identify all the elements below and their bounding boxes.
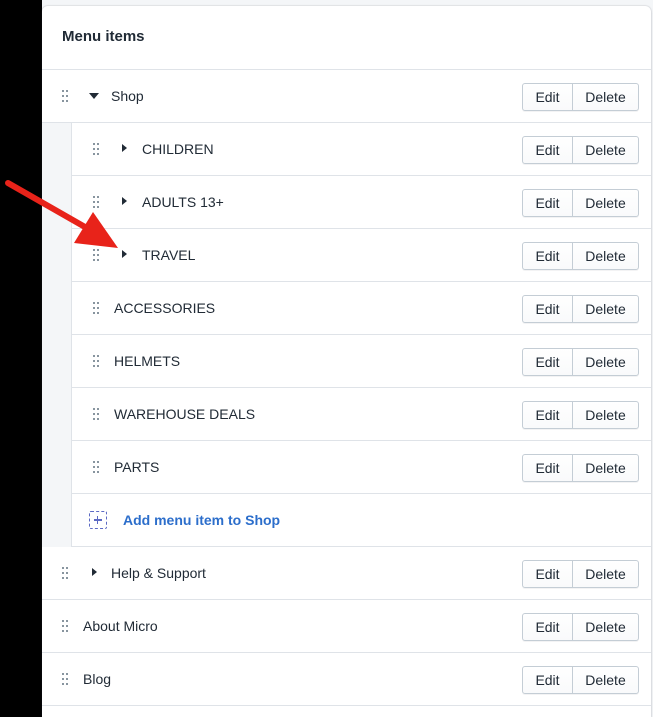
drag-handle-icon[interactable] bbox=[62, 90, 70, 102]
drag-handle-icon[interactable] bbox=[93, 196, 101, 208]
add-menu-item-link[interactable]: Add menu item to Shop bbox=[123, 512, 280, 528]
menu-items-card: Menu items Shop Edit Delete CHILDREN Edi… bbox=[42, 6, 651, 717]
drag-handle-icon[interactable] bbox=[93, 143, 101, 155]
menu-item-label: About Micro bbox=[83, 618, 158, 634]
menu-item-adults: ADULTS 13+ Edit Delete bbox=[72, 176, 651, 229]
delete-button[interactable]: Delete bbox=[573, 614, 638, 640]
menu-item-label: Shop bbox=[111, 88, 144, 104]
left-edge bbox=[0, 0, 42, 717]
caret-right-icon[interactable] bbox=[122, 144, 127, 152]
item-actions: Edit Delete bbox=[522, 666, 639, 694]
delete-button[interactable]: Delete bbox=[573, 84, 638, 110]
add-menu-item-row: Add menu item to Shop bbox=[72, 494, 651, 547]
delete-button[interactable]: Delete bbox=[573, 137, 638, 163]
item-actions: Edit Delete bbox=[522, 136, 639, 164]
edit-button[interactable]: Edit bbox=[523, 84, 573, 110]
edit-button[interactable]: Edit bbox=[523, 614, 573, 640]
edit-button[interactable]: Edit bbox=[523, 190, 573, 216]
menu-item-parts: PARTS Edit Delete bbox=[72, 441, 651, 494]
delete-button[interactable]: Delete bbox=[573, 243, 638, 269]
item-actions: Edit Delete bbox=[522, 83, 639, 111]
drag-handle-icon[interactable] bbox=[62, 567, 70, 579]
item-actions: Edit Delete bbox=[522, 454, 639, 482]
menu-item-label: Blog bbox=[83, 671, 112, 687]
delete-button[interactable]: Delete bbox=[573, 296, 638, 322]
drag-handle-icon[interactable] bbox=[93, 249, 101, 261]
menu-item-children: CHILDREN Edit Delete bbox=[72, 123, 651, 176]
menu-item-blog: Blog Edit Delete bbox=[42, 653, 651, 706]
drag-handle-icon[interactable] bbox=[93, 461, 101, 473]
edit-button[interactable]: Edit bbox=[523, 667, 573, 693]
menu-item-shop: Shop Edit Delete bbox=[42, 70, 651, 123]
edit-button[interactable]: Edit bbox=[523, 243, 573, 269]
item-actions: Edit Delete bbox=[522, 242, 639, 270]
delete-button[interactable]: Delete bbox=[573, 455, 638, 481]
delete-button[interactable]: Delete bbox=[573, 402, 638, 428]
menu-item-label: HELMETS bbox=[114, 353, 181, 369]
add-icon[interactable] bbox=[89, 511, 107, 529]
item-actions: Edit Delete bbox=[522, 613, 639, 641]
edit-button[interactable]: Edit bbox=[523, 455, 573, 481]
item-actions: Edit Delete bbox=[522, 560, 639, 588]
item-actions: Edit Delete bbox=[522, 295, 639, 323]
delete-button[interactable]: Delete bbox=[573, 190, 638, 216]
menu-item-label: Help & Support bbox=[111, 565, 206, 581]
drag-handle-icon[interactable] bbox=[62, 620, 70, 632]
menu-item-label: ACCESSORIES bbox=[114, 300, 216, 316]
menu-item-label: WAREHOUSE DEALS bbox=[114, 406, 256, 422]
drag-handle-icon[interactable] bbox=[93, 355, 101, 367]
menu-item-label: CHILDREN bbox=[142, 141, 214, 157]
caret-down-icon[interactable] bbox=[89, 93, 99, 99]
menu-item-warehouse-deals: WAREHOUSE DEALS Edit Delete bbox=[72, 388, 651, 441]
edit-button[interactable]: Edit bbox=[523, 296, 573, 322]
caret-right-icon[interactable] bbox=[122, 197, 127, 205]
card-header: Menu items bbox=[42, 6, 651, 70]
menu-item-label: ADULTS 13+ bbox=[142, 194, 224, 210]
edit-button[interactable]: Edit bbox=[523, 137, 573, 163]
menu-item-helmets: HELMETS Edit Delete bbox=[72, 335, 651, 388]
nested-indent-rail bbox=[42, 123, 72, 547]
caret-right-icon[interactable] bbox=[92, 568, 97, 576]
item-actions: Edit Delete bbox=[522, 401, 639, 429]
caret-right-icon[interactable] bbox=[122, 250, 127, 258]
edit-button[interactable]: Edit bbox=[523, 402, 573, 428]
menu-item-travel: TRAVEL Edit Delete bbox=[72, 229, 651, 282]
card-title: Menu items bbox=[62, 28, 145, 45]
delete-button[interactable]: Delete bbox=[573, 667, 638, 693]
menu-item-accessories: ACCESSORIES Edit Delete bbox=[72, 282, 651, 335]
delete-button[interactable]: Delete bbox=[573, 349, 638, 375]
item-actions: Edit Delete bbox=[522, 189, 639, 217]
item-actions: Edit Delete bbox=[522, 348, 639, 376]
menu-item-label: TRAVEL bbox=[142, 247, 196, 263]
menu-item-label: PARTS bbox=[114, 459, 160, 475]
drag-handle-icon[interactable] bbox=[93, 302, 101, 314]
edit-button[interactable]: Edit bbox=[523, 349, 573, 375]
drag-handle-icon[interactable] bbox=[62, 673, 70, 685]
delete-button[interactable]: Delete bbox=[573, 561, 638, 587]
menu-item-help-support: Help & Support Edit Delete bbox=[42, 547, 651, 600]
edit-button[interactable]: Edit bbox=[523, 561, 573, 587]
menu-item-about-micro: About Micro Edit Delete bbox=[42, 600, 651, 653]
drag-handle-icon[interactable] bbox=[93, 408, 101, 420]
